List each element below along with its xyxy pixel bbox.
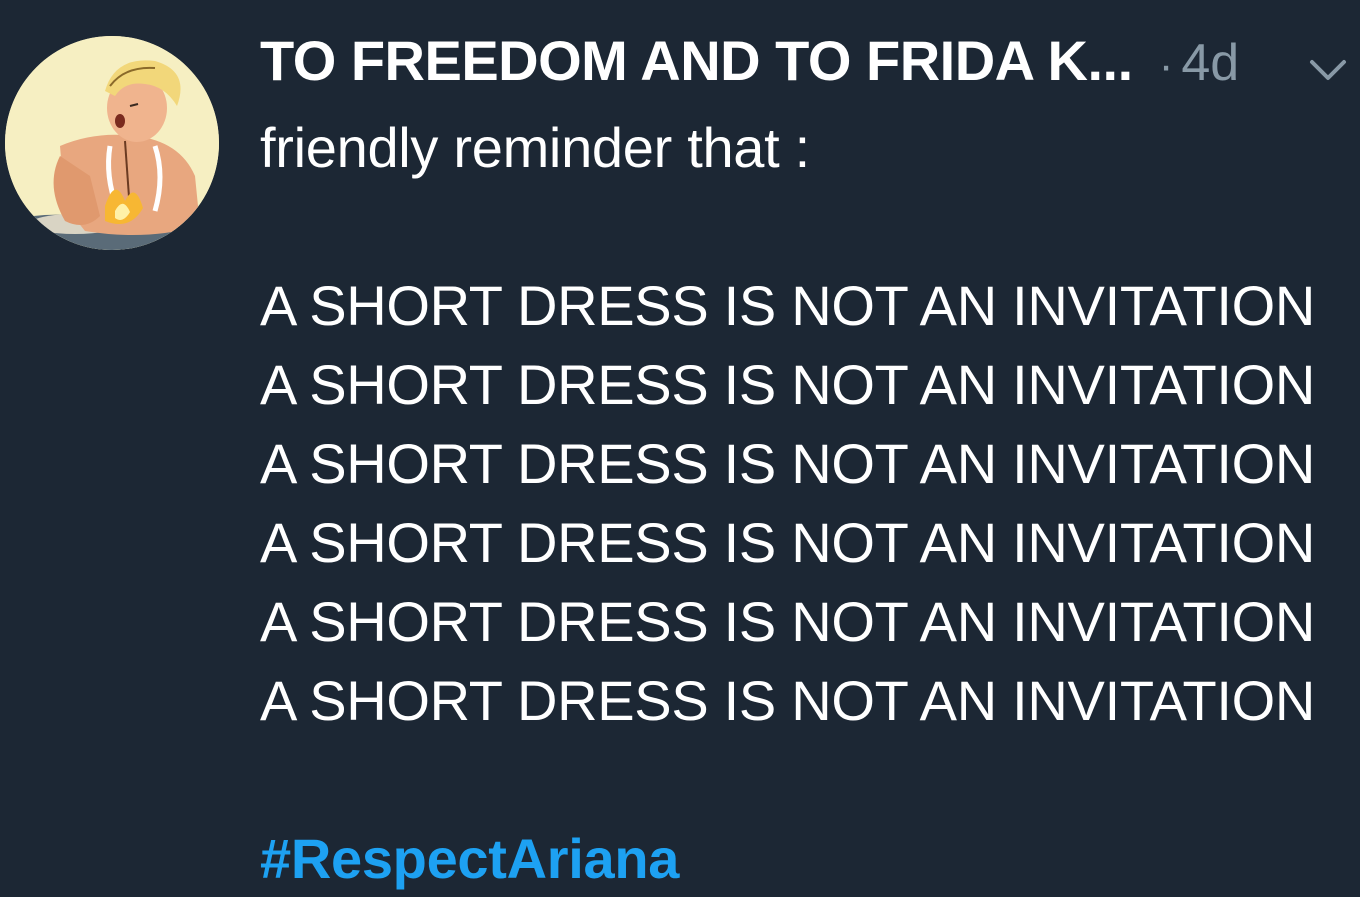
avatar-illustration-icon [5, 36, 219, 250]
avatar[interactable] [5, 36, 219, 250]
display-name[interactable]: TO FREEDOM AND TO FRIDA K... [260, 28, 1133, 93]
repeated-line: A SHORT DRESS IS NOT AN INVITATION [260, 274, 1316, 337]
repeated-line: A SHORT DRESS IS NOT AN INVITATION [260, 590, 1316, 653]
tweet: TO FREEDOM AND TO FRIDA K... · 4d friend… [0, 0, 1360, 897]
repeated-line: A SHORT DRESS IS NOT AN INVITATION [260, 511, 1316, 574]
repeated-line: A SHORT DRESS IS NOT AN INVITATION [260, 432, 1316, 495]
tweet-header: TO FREEDOM AND TO FRIDA K... · 4d [260, 28, 1350, 94]
tweet-content: TO FREEDOM AND TO FRIDA K... · 4d friend… [260, 28, 1350, 897]
intro-line: friendly reminder that : [260, 116, 810, 179]
header-separator: · [1158, 41, 1174, 90]
hashtag-link[interactable]: #RespectAriana [260, 819, 1350, 897]
repeated-line: A SHORT DRESS IS NOT AN INVITATION [260, 669, 1316, 732]
repeated-line: A SHORT DRESS IS NOT AN INVITATION [260, 353, 1316, 416]
timestamp[interactable]: 4d [1181, 33, 1239, 93]
tweet-text: friendly reminder that : A SHORT DRESS I… [260, 108, 1350, 897]
chevron-down-icon[interactable] [1308, 58, 1348, 82]
